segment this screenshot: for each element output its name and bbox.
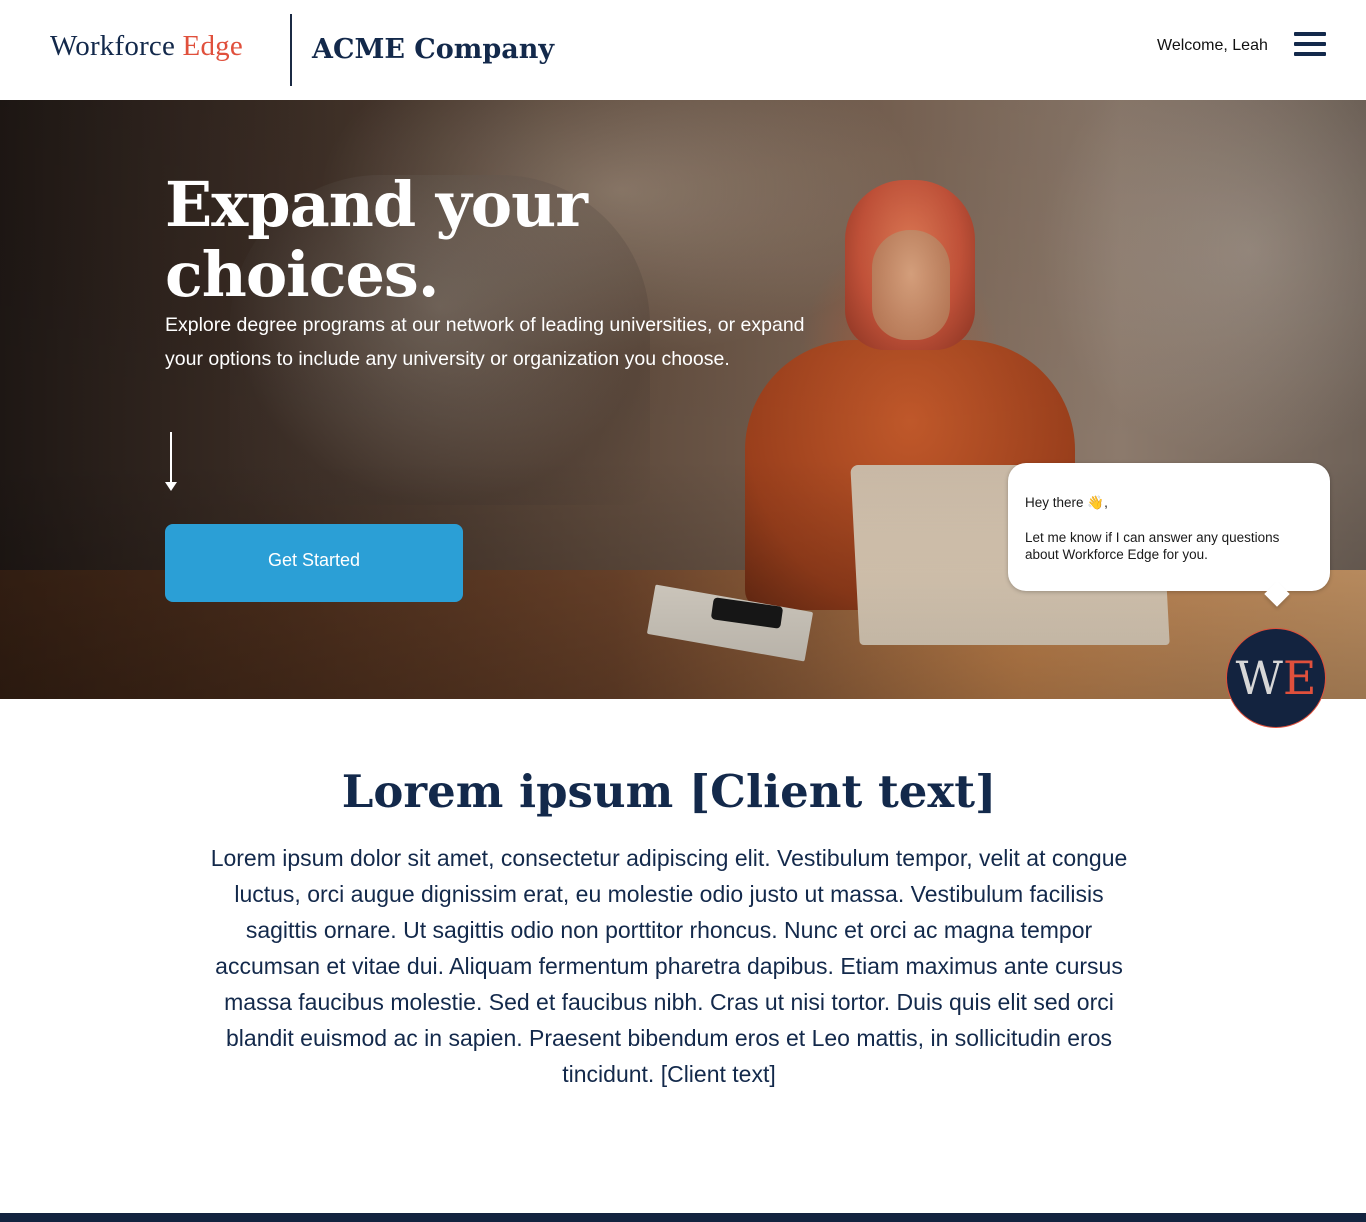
menu-line: [1294, 42, 1326, 46]
arrow-head: [165, 482, 177, 491]
content-body: Lorem ipsum dolor sit amet, consectetur …: [210, 845, 1128, 1087]
content-title: Lorem ipsum [Client text]: [341, 765, 997, 818]
header-divider: [290, 14, 292, 86]
footer-bar: [0, 1213, 1366, 1222]
menu-line: [1294, 52, 1326, 56]
site-header: Workforce Edge ACME Company Welcome, Lea…: [0, 0, 1366, 100]
hamburger-menu-icon[interactable]: [1292, 30, 1328, 58]
chat-message: Let me know if I can answer any question…: [1025, 530, 1280, 562]
arrow-shaft: [170, 432, 172, 488]
chat-greeting: Hey there 👋,: [1025, 495, 1108, 510]
get-started-button[interactable]: Get Started: [165, 524, 463, 602]
badge-letter-w: W: [1235, 651, 1283, 705]
badge-letter-e: E: [1282, 651, 1317, 705]
hero-subtitle: Explore degree programs at our network o…: [165, 314, 805, 370]
chat-launcher-button[interactable]: WE: [1226, 628, 1326, 728]
hero-banner: Expand your choices. Explore degree prog…: [0, 100, 1366, 699]
company-name: ACME Company: [312, 34, 555, 65]
arrow-down-icon: [163, 430, 179, 496]
welcome-message: Welcome, Leah: [1157, 37, 1268, 54]
logo-text-edge: Edge: [182, 30, 243, 62]
logo-text-workforce: Workforce: [50, 30, 176, 62]
workforce-edge-logo[interactable]: Workforce Edge: [50, 28, 243, 64]
chat-bubble[interactable]: Hey there 👋, Let me know if I can answer…: [1008, 463, 1330, 607]
hero-title: Expand your choices.: [165, 168, 588, 311]
menu-line: [1294, 32, 1326, 36]
